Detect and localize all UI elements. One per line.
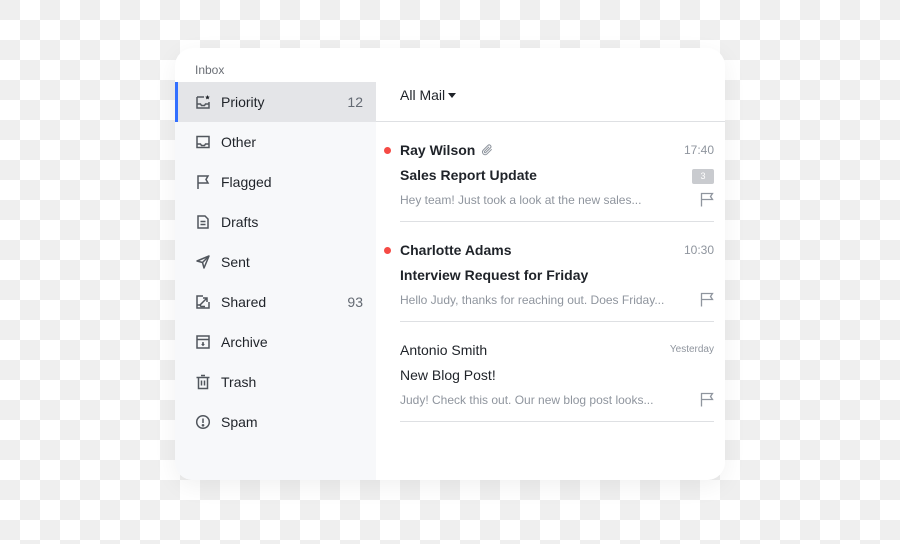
inbox-icon xyxy=(195,134,211,150)
sidebar-item-label: Drafts xyxy=(221,214,259,230)
mail-item[interactable]: Antonio Smith Yesterday New Blog Post! J… xyxy=(400,322,714,422)
spam-icon xyxy=(195,414,211,430)
sidebar-item-count: 12 xyxy=(347,94,363,110)
sidebar-item-archive[interactable]: Archive xyxy=(175,322,376,362)
sidebar-item-trash[interactable]: Trash xyxy=(175,362,376,402)
flag-icon[interactable] xyxy=(700,192,714,207)
unread-dot-icon xyxy=(384,247,391,254)
sidebar-item-sent[interactable]: Sent xyxy=(175,242,376,282)
mail-filter-label: All Mail xyxy=(400,87,446,103)
sidebar-item-spam[interactable]: Spam xyxy=(175,402,376,442)
sidebar-item-priority[interactable]: Priority 12 xyxy=(175,82,376,122)
caret-down-icon xyxy=(448,92,457,98)
sidebar-header: Inbox xyxy=(175,48,376,82)
mail-item[interactable]: Ray Wilson 17:40 Sales Report Update 3 H… xyxy=(384,122,714,222)
flag-icon xyxy=(195,174,211,190)
mail-sender: Antonio Smith xyxy=(400,342,487,358)
mail-item[interactable]: Charlotte Adams 10:30 Interview Request … xyxy=(384,222,714,322)
mail-time: 10:30 xyxy=(683,243,714,257)
flag-icon[interactable] xyxy=(700,292,714,307)
sidebar-item-other[interactable]: Other xyxy=(175,122,376,162)
mail-preview: Judy! Check this out. Our new blog post … xyxy=(400,393,654,407)
inbox-section-label: Inbox xyxy=(195,63,225,77)
flag-icon[interactable] xyxy=(700,392,714,407)
sender-name: Charlotte Adams xyxy=(400,242,512,258)
sidebar-item-label: Priority xyxy=(221,94,265,110)
mail-filter-dropdown[interactable]: All Mail xyxy=(400,87,457,103)
send-icon xyxy=(195,254,211,270)
sender-name: Ray Wilson xyxy=(400,142,476,158)
mail-time: Yesterday xyxy=(669,344,714,355)
mail-sender: Charlotte Adams xyxy=(400,242,512,258)
archive-icon xyxy=(195,334,211,350)
sidebar-item-shared[interactable]: Shared 93 xyxy=(175,282,376,322)
sidebar-item-flagged[interactable]: Flagged xyxy=(175,162,376,202)
draft-icon xyxy=(195,214,211,230)
sidebar-item-label: Spam xyxy=(221,414,258,430)
mail-list: Ray Wilson 17:40 Sales Report Update 3 H… xyxy=(384,122,714,422)
inbox-star-icon xyxy=(195,94,211,110)
sender-name: Antonio Smith xyxy=(400,342,488,358)
mail-list-header: All Mail xyxy=(376,48,725,122)
sidebar-item-label: Other xyxy=(221,134,257,150)
sidebar-item-label: Shared xyxy=(221,294,267,310)
unread-dot-icon xyxy=(384,147,391,154)
mail-preview: Hey team! Just took a look at the new sa… xyxy=(400,193,642,207)
trash-icon xyxy=(195,374,211,390)
shared-icon xyxy=(195,294,211,310)
mail-subject: New Blog Post! xyxy=(400,367,496,383)
mail-time: 17:40 xyxy=(683,143,714,157)
sidebar-item-label: Trash xyxy=(221,374,257,390)
sidebar: Inbox Priority 12 Other Flagged Drafts S… xyxy=(175,48,376,480)
thread-count-badge: 3 xyxy=(692,169,714,184)
sidebar-item-drafts[interactable]: Drafts xyxy=(175,202,376,242)
sidebar-nav: Priority 12 Other Flagged Drafts Sent Sh… xyxy=(175,82,376,442)
attachment-icon xyxy=(482,144,493,156)
mail-preview: Hello Judy, thanks for reaching out. Doe… xyxy=(400,293,665,307)
mail-subject: Sales Report Update xyxy=(400,167,537,183)
mail-list-panel: All Mail Ray Wilson 17:40 Sales Report U… xyxy=(376,48,725,480)
mail-sender: Ray Wilson xyxy=(400,142,494,158)
mail-subject: Interview Request for Friday xyxy=(400,267,589,283)
mail-app-card: Inbox Priority 12 Other Flagged Drafts S… xyxy=(175,48,725,480)
sidebar-item-label: Archive xyxy=(221,334,268,350)
sidebar-item-label: Sent xyxy=(221,254,250,270)
sidebar-item-count: 93 xyxy=(347,294,363,310)
sidebar-item-label: Flagged xyxy=(221,174,272,190)
